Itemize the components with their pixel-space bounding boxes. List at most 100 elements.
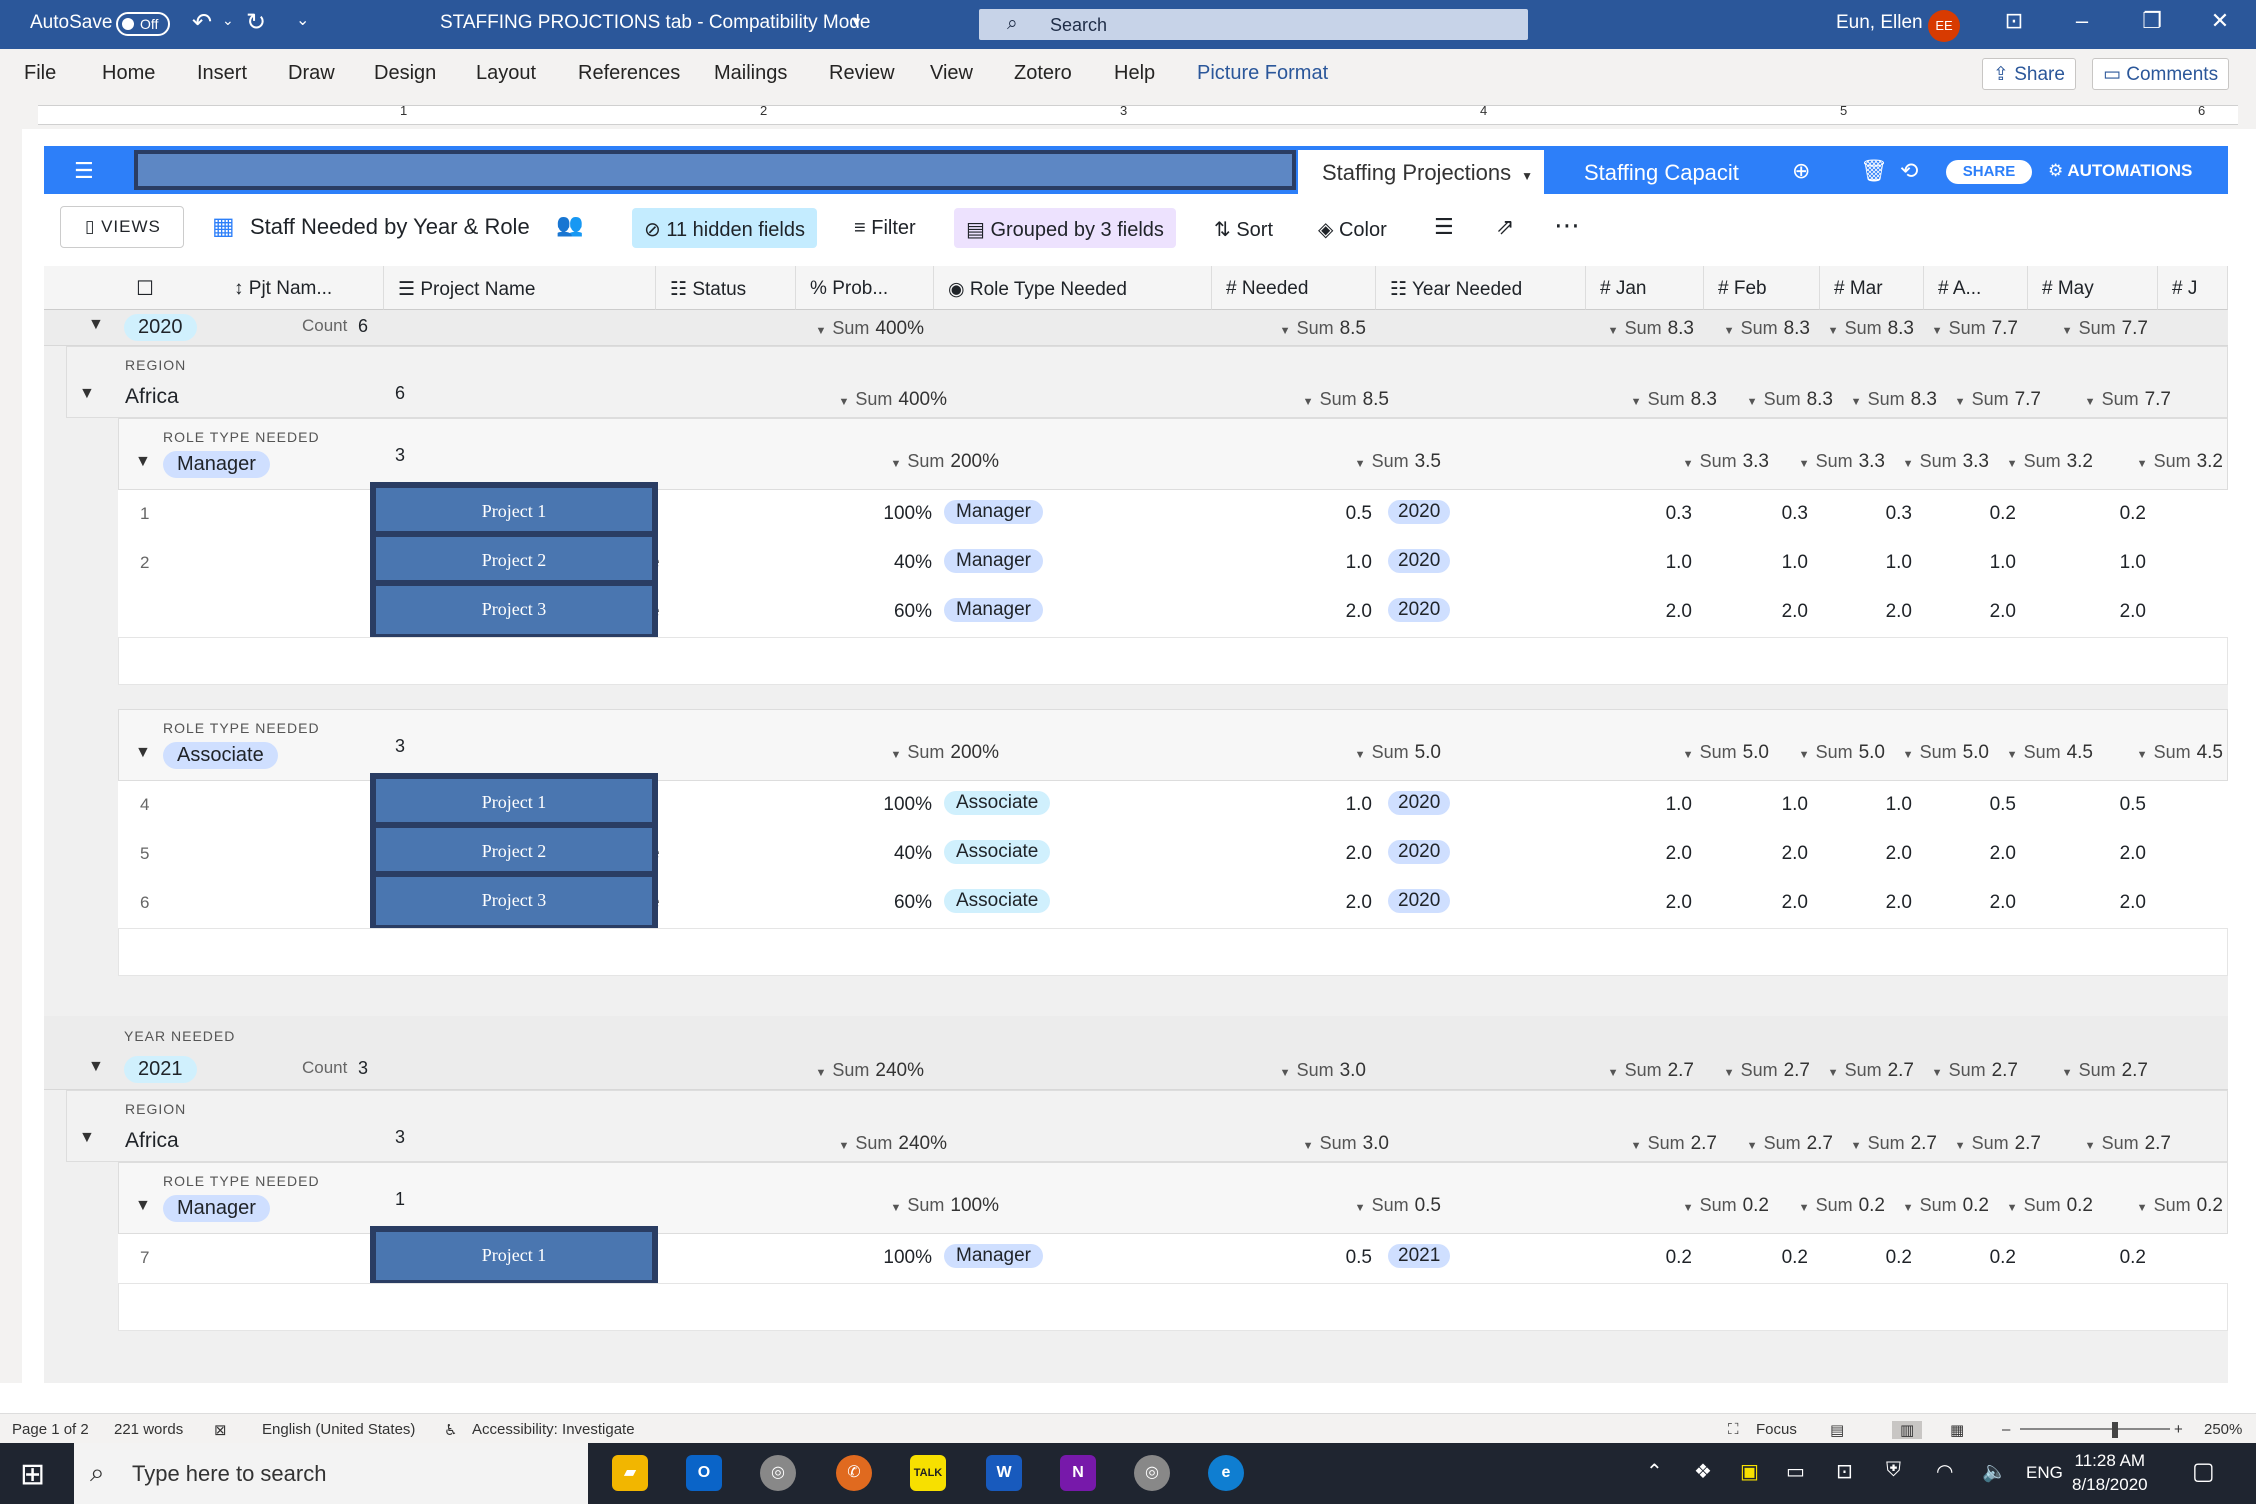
column-header-jun[interactable]: # J: [2158, 266, 2228, 310]
summary-dropdown-icon[interactable]: ▼: [1608, 325, 1619, 337]
tab-dropdown-icon[interactable]: ▼: [1521, 169, 1533, 183]
summary-value[interactable]: ▼ Sum 2.7: [1998, 1060, 2148, 1082]
focus-label[interactable]: Focus: [1756, 1421, 1797, 1438]
summary-dropdown-icon[interactable]: ▼: [1747, 396, 1758, 408]
sort-button[interactable]: ⇅ Sort: [1202, 208, 1285, 248]
add-row-area[interactable]: [118, 1283, 2228, 1331]
tab-file[interactable]: File: [24, 62, 56, 85]
cell-role[interactable]: Manager: [944, 1244, 1043, 1268]
summary-value[interactable]: ▼ Sum 2.7: [1891, 1133, 2041, 1155]
tab-staffing-capacity[interactable]: Staffing Capacit: [1584, 160, 1739, 186]
summary-dropdown-icon[interactable]: ▼: [1724, 1067, 1735, 1079]
column-header-may[interactable]: # May: [2028, 266, 2158, 310]
select-all-checkbox[interactable]: ☐: [136, 276, 154, 301]
column-header-year-needed[interactable]: ☷ Year Needed: [1376, 266, 1586, 310]
cell-year-needed[interactable]: 2020: [1388, 889, 1451, 913]
project-name-overlay[interactable]: Project 3: [370, 580, 658, 640]
collapse-caret-icon[interactable]: ▼: [88, 1058, 104, 1076]
summary-dropdown-icon[interactable]: ▼: [1799, 749, 1810, 761]
cell-probability[interactable]: 60%: [758, 601, 932, 623]
summary-value[interactable]: ▼ Sum 3.0: [1239, 1133, 1389, 1155]
focus-icon[interactable]: ⛶: [1728, 1421, 1739, 1438]
word-count[interactable]: 221 words: [114, 1421, 183, 1438]
summary-value[interactable]: ▼ Sum 3.5: [1291, 451, 1441, 473]
tab-help[interactable]: Help: [1114, 62, 1155, 85]
tab-view[interactable]: View: [930, 62, 973, 85]
summary-value[interactable]: ▼ Sum 3.2: [1943, 451, 2093, 473]
summary-value[interactable]: ▼ Sum 240%: [797, 1133, 947, 1155]
cell-month-value[interactable]: 2.0: [1868, 892, 2016, 914]
tab-draw[interactable]: Draw: [288, 62, 335, 85]
autosave-toggle[interactable]: Off: [116, 12, 170, 36]
summary-dropdown-icon[interactable]: ▼: [1608, 1067, 1619, 1079]
cell-year-needed[interactable]: 2020: [1388, 791, 1451, 815]
share-button[interactable]: ⇪ Share: [1982, 58, 2076, 90]
collapse-caret-icon[interactable]: ▼: [135, 744, 151, 762]
summary-dropdown-icon[interactable]: ▼: [838, 1140, 849, 1152]
volume-icon[interactable]: 🔈: [1982, 1459, 2007, 1484]
tab-staffing-projections[interactable]: Staffing Projections ▼: [1298, 150, 1544, 194]
project-name-overlay[interactable]: Project 1: [370, 1226, 658, 1286]
input-language[interactable]: ENG: [2026, 1463, 2063, 1483]
collapse-caret-icon[interactable]: ▼: [79, 385, 95, 403]
summary-dropdown-icon[interactable]: ▼: [1631, 1140, 1642, 1152]
summary-value[interactable]: ▼ Sum 7.7: [1998, 318, 2148, 340]
summary-dropdown-icon[interactable]: ▼: [2137, 1202, 2148, 1214]
comments-button[interactable]: ▭ Comments: [2092, 58, 2230, 90]
summary-value[interactable]: ▼ Sum 7.7: [1868, 318, 2018, 340]
cell-needed[interactable]: 1.0: [1212, 552, 1372, 574]
filter-button[interactable]: ≡ Filter: [842, 208, 928, 248]
summary-dropdown-icon[interactable]: ▼: [1355, 749, 1366, 761]
cell-role[interactable]: Manager: [944, 598, 1043, 622]
summary-dropdown-icon[interactable]: ▼: [1851, 396, 1862, 408]
collaborators-icon[interactable]: 👥: [556, 212, 583, 238]
cell-probability[interactable]: 100%: [758, 503, 932, 525]
summary-dropdown-icon[interactable]: ▼: [2062, 1067, 2073, 1079]
trash-icon[interactable]: 🗑: [1860, 158, 1888, 184]
avatar[interactable]: EE: [1928, 10, 1960, 42]
outlook-icon[interactable]: O: [686, 1455, 722, 1491]
summary-dropdown-icon[interactable]: ▼: [815, 325, 826, 337]
zoom-slider[interactable]: [2020, 1428, 2170, 1430]
summary-value[interactable]: ▼ Sum 200%: [849, 451, 999, 473]
cell-role[interactable]: Manager: [944, 549, 1043, 573]
summary-dropdown-icon[interactable]: ▼: [2007, 1202, 2018, 1214]
battery-icon[interactable]: ▭: [1786, 1459, 1805, 1484]
summary-value[interactable]: ▼ Sum 400%: [797, 389, 947, 411]
tab-zotero[interactable]: Zotero: [1014, 62, 1072, 85]
summary-dropdown-icon[interactable]: ▼: [1683, 458, 1694, 470]
accessibility-icon[interactable]: ♿: [444, 1421, 457, 1439]
add-table-icon[interactable]: ⊕: [1792, 158, 1810, 184]
history-icon[interactable]: ⟲: [1900, 158, 1918, 184]
tab-picture-format[interactable]: Picture Format: [1197, 62, 1328, 85]
group-button[interactable]: ▤ Grouped by 3 fields: [954, 208, 1176, 248]
collapse-caret-icon[interactable]: ▼: [79, 1129, 95, 1147]
redo-icon[interactable]: ↻: [246, 8, 266, 37]
vertical-ruler[interactable]: [0, 129, 22, 1383]
display-icon[interactable]: ⊡: [1836, 1459, 1853, 1484]
summary-value[interactable]: ▼ Sum 200%: [849, 742, 999, 764]
summary-dropdown-icon[interactable]: ▼: [1303, 396, 1314, 408]
menu-icon[interactable]: ☰: [74, 158, 94, 184]
chrome-icon[interactable]: ◎: [760, 1455, 796, 1491]
edge-icon[interactable]: e: [1208, 1455, 1244, 1491]
user-name[interactable]: Eun, Ellen: [1836, 12, 1923, 34]
cell-probability[interactable]: 40%: [758, 552, 932, 574]
summary-dropdown-icon[interactable]: ▼: [890, 1202, 901, 1214]
summary-value[interactable]: ▼ Sum 8.5: [1216, 318, 1366, 340]
cell-probability[interactable]: 60%: [758, 892, 932, 914]
language[interactable]: English (United States): [262, 1421, 415, 1438]
summary-value[interactable]: ▼ Sum 240%: [774, 1060, 924, 1082]
summary-value[interactable]: ▼ Sum 2.7: [1868, 1060, 2018, 1082]
summary-value[interactable]: ▼ Sum 3.2: [2073, 451, 2223, 473]
tab-references[interactable]: References: [578, 62, 680, 85]
summary-dropdown-icon[interactable]: ▼: [2062, 325, 2073, 337]
zoom-level[interactable]: 250%: [2204, 1421, 2242, 1438]
summary-dropdown-icon[interactable]: ▼: [2137, 749, 2148, 761]
column-header-probability[interactable]: % Prob...: [796, 266, 934, 310]
cell-needed[interactable]: 2.0: [1212, 601, 1372, 623]
security-icon[interactable]: ⛨: [1886, 1459, 1901, 1482]
summary-dropdown-icon[interactable]: ▼: [2085, 396, 2096, 408]
summary-dropdown-icon[interactable]: ▼: [1903, 458, 1914, 470]
cell-probability[interactable]: 100%: [758, 1247, 932, 1269]
